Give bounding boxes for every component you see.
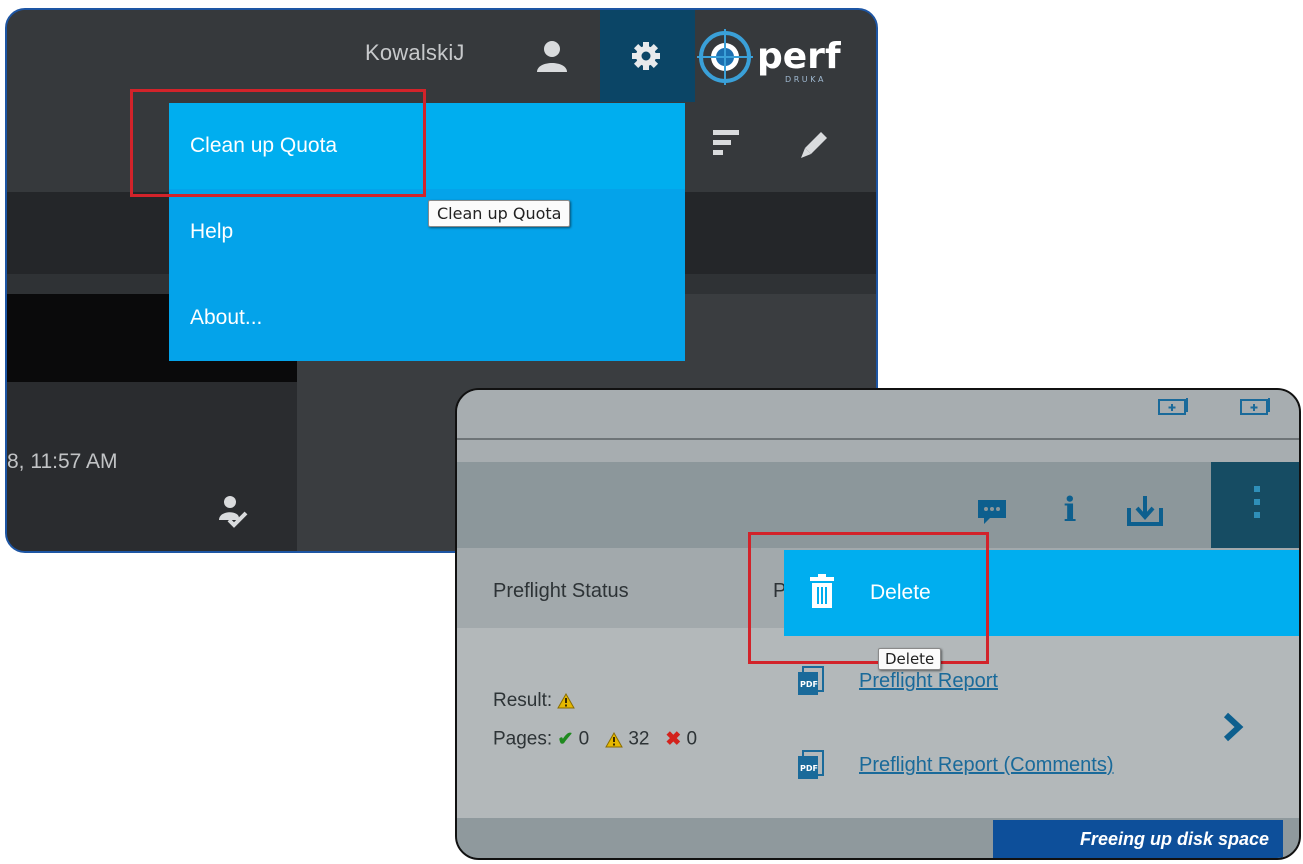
result-label: Result: — [493, 690, 553, 711]
edit-icon[interactable] — [797, 126, 831, 160]
preflight-report-link[interactable]: Preflight Report — [859, 670, 998, 693]
result-line: Result: — [493, 690, 576, 712]
pages-ok-count: 0 — [578, 728, 590, 750]
highlight-box — [130, 89, 426, 197]
svg-text:PDF: PDF — [800, 680, 818, 689]
highlight-box — [748, 532, 989, 664]
gear-icon — [632, 42, 660, 70]
username-label[interactable]: KowalskiJ — [365, 40, 465, 66]
settings-button[interactable] — [600, 10, 695, 102]
add-icon[interactable] — [1239, 396, 1273, 416]
sort-icon[interactable] — [713, 130, 741, 156]
chevron-right-icon[interactable] — [1222, 712, 1244, 742]
menu-item-about[interactable]: About... — [169, 275, 685, 361]
caption: Freeing up disk space — [993, 820, 1283, 858]
error-icon: ✖ — [665, 729, 682, 750]
pdf-icon: PDF — [798, 750, 824, 779]
check-icon: ✔ — [557, 729, 574, 750]
pages-warn-count: 32 — [628, 728, 650, 750]
comment-icon[interactable] — [976, 498, 1008, 526]
pages-err-count: 0 — [686, 728, 698, 750]
approve-icon[interactable] — [215, 494, 249, 528]
menu-item-help[interactable]: Help — [169, 189, 685, 275]
warning-icon — [557, 692, 576, 709]
warning-icon — [605, 731, 623, 747]
gap — [457, 440, 1299, 462]
preflight-report-comments-link[interactable]: Preflight Report (Comments) — [859, 754, 1114, 777]
user-icon[interactable] — [535, 40, 569, 72]
perf-logo: perf D R U K A — [697, 29, 841, 85]
more-options-button[interactable] — [1211, 462, 1299, 548]
delete-menu-screenshot: i Preflight Status P Result: Pages: ✔ 0 — [455, 388, 1301, 860]
pdf-icon: PDF — [798, 666, 824, 695]
svg-text:perf: perf — [757, 36, 841, 77]
svg-text:PDF: PDF — [800, 764, 818, 773]
download-icon[interactable] — [1125, 494, 1165, 528]
svg-text:D R U K A: D R U K A — [785, 75, 824, 84]
tooltip: Delete — [878, 648, 942, 670]
add-icon[interactable] — [1157, 396, 1191, 416]
pages-label: Pages: — [493, 728, 553, 750]
tooltip: Clean up Quota — [428, 200, 571, 227]
info-icon[interactable]: i — [1058, 490, 1082, 530]
kebab-menu-icon — [1254, 486, 1260, 518]
pages-line: Pages: ✔ 0 32 ✖ 0 — [493, 728, 697, 751]
job-date: 8, 11:57 AM — [7, 450, 118, 473]
column-header-preflight-status: Preflight Status — [493, 580, 629, 602]
